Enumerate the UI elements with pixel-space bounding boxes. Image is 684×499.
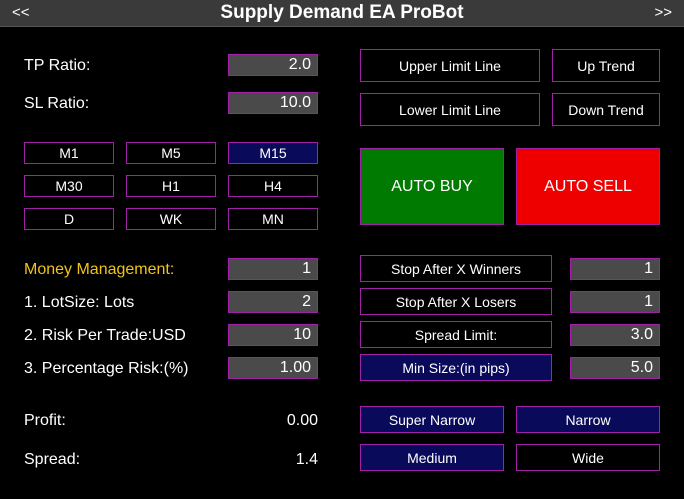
- spread-value: 1.4: [295, 451, 318, 468]
- sl-ratio-label: SL Ratio:: [24, 95, 90, 112]
- profit-label: Profit:: [24, 412, 66, 429]
- stop-after-losers-button[interactable]: Stop After X Losers: [360, 288, 552, 315]
- tp-ratio-input[interactable]: 2.0: [228, 54, 318, 76]
- lotsize-input[interactable]: 2: [228, 291, 318, 313]
- risk-per-trade-label: 2. Risk Per Trade:USD: [24, 327, 186, 344]
- timeframe-m15-button[interactable]: M15: [228, 142, 318, 164]
- losers-input[interactable]: 1: [570, 291, 660, 313]
- narrow-button[interactable]: Narrow: [516, 406, 660, 433]
- winners-input[interactable]: 1: [570, 258, 660, 280]
- percentage-risk-label: 3. Percentage Risk:(%): [24, 360, 189, 377]
- title-bar: << Supply Demand EA ProBot >>: [0, 0, 684, 27]
- lotsize-label: 1. LotSize: Lots: [24, 294, 135, 311]
- spread-limit-input[interactable]: 3.0: [570, 324, 660, 346]
- upper-limit-line-button[interactable]: Upper Limit Line: [360, 49, 540, 82]
- app-title: Supply Demand EA ProBot: [220, 2, 464, 23]
- risk-per-trade-input[interactable]: 10: [228, 324, 318, 346]
- timeframe-m30-button[interactable]: M30: [24, 175, 114, 197]
- next-button[interactable]: >>: [654, 4, 672, 21]
- min-size-input[interactable]: 5.0: [570, 357, 660, 379]
- timeframe-mn-button[interactable]: MN: [228, 208, 318, 230]
- timeframe-m1-button[interactable]: M1: [24, 142, 114, 164]
- money-mode-input[interactable]: 1: [228, 258, 318, 280]
- timeframe-d-button[interactable]: D: [24, 208, 114, 230]
- sl-ratio-input[interactable]: 10.0: [228, 92, 318, 114]
- timeframe-wk-button[interactable]: WK: [126, 208, 216, 230]
- up-trend-button[interactable]: Up Trend: [552, 49, 660, 82]
- super-narrow-button[interactable]: Super Narrow: [360, 406, 504, 433]
- medium-button[interactable]: Medium: [360, 444, 504, 471]
- timeframe-h4-button[interactable]: H4: [228, 175, 318, 197]
- auto-sell-button[interactable]: AUTO SELL: [516, 148, 660, 225]
- tp-ratio-label: TP Ratio:: [24, 57, 91, 74]
- lower-limit-line-button[interactable]: Lower Limit Line: [360, 93, 540, 126]
- wide-button[interactable]: Wide: [516, 444, 660, 471]
- timeframe-m5-button[interactable]: M5: [126, 142, 216, 164]
- spread-limit-button[interactable]: Spread Limit:: [360, 321, 552, 348]
- percentage-risk-input[interactable]: 1.00: [228, 357, 318, 379]
- spread-label: Spread:: [24, 451, 81, 468]
- down-trend-button[interactable]: Down Trend: [552, 93, 660, 126]
- money-management-label: Money Management:: [24, 261, 175, 278]
- min-size-button[interactable]: Min Size:(in pips): [360, 354, 552, 381]
- auto-buy-button[interactable]: AUTO BUY: [360, 148, 504, 225]
- profit-value: 0.00: [286, 412, 318, 429]
- stop-after-winners-button[interactable]: Stop After X Winners: [360, 255, 552, 282]
- timeframe-h1-button[interactable]: H1: [126, 175, 216, 197]
